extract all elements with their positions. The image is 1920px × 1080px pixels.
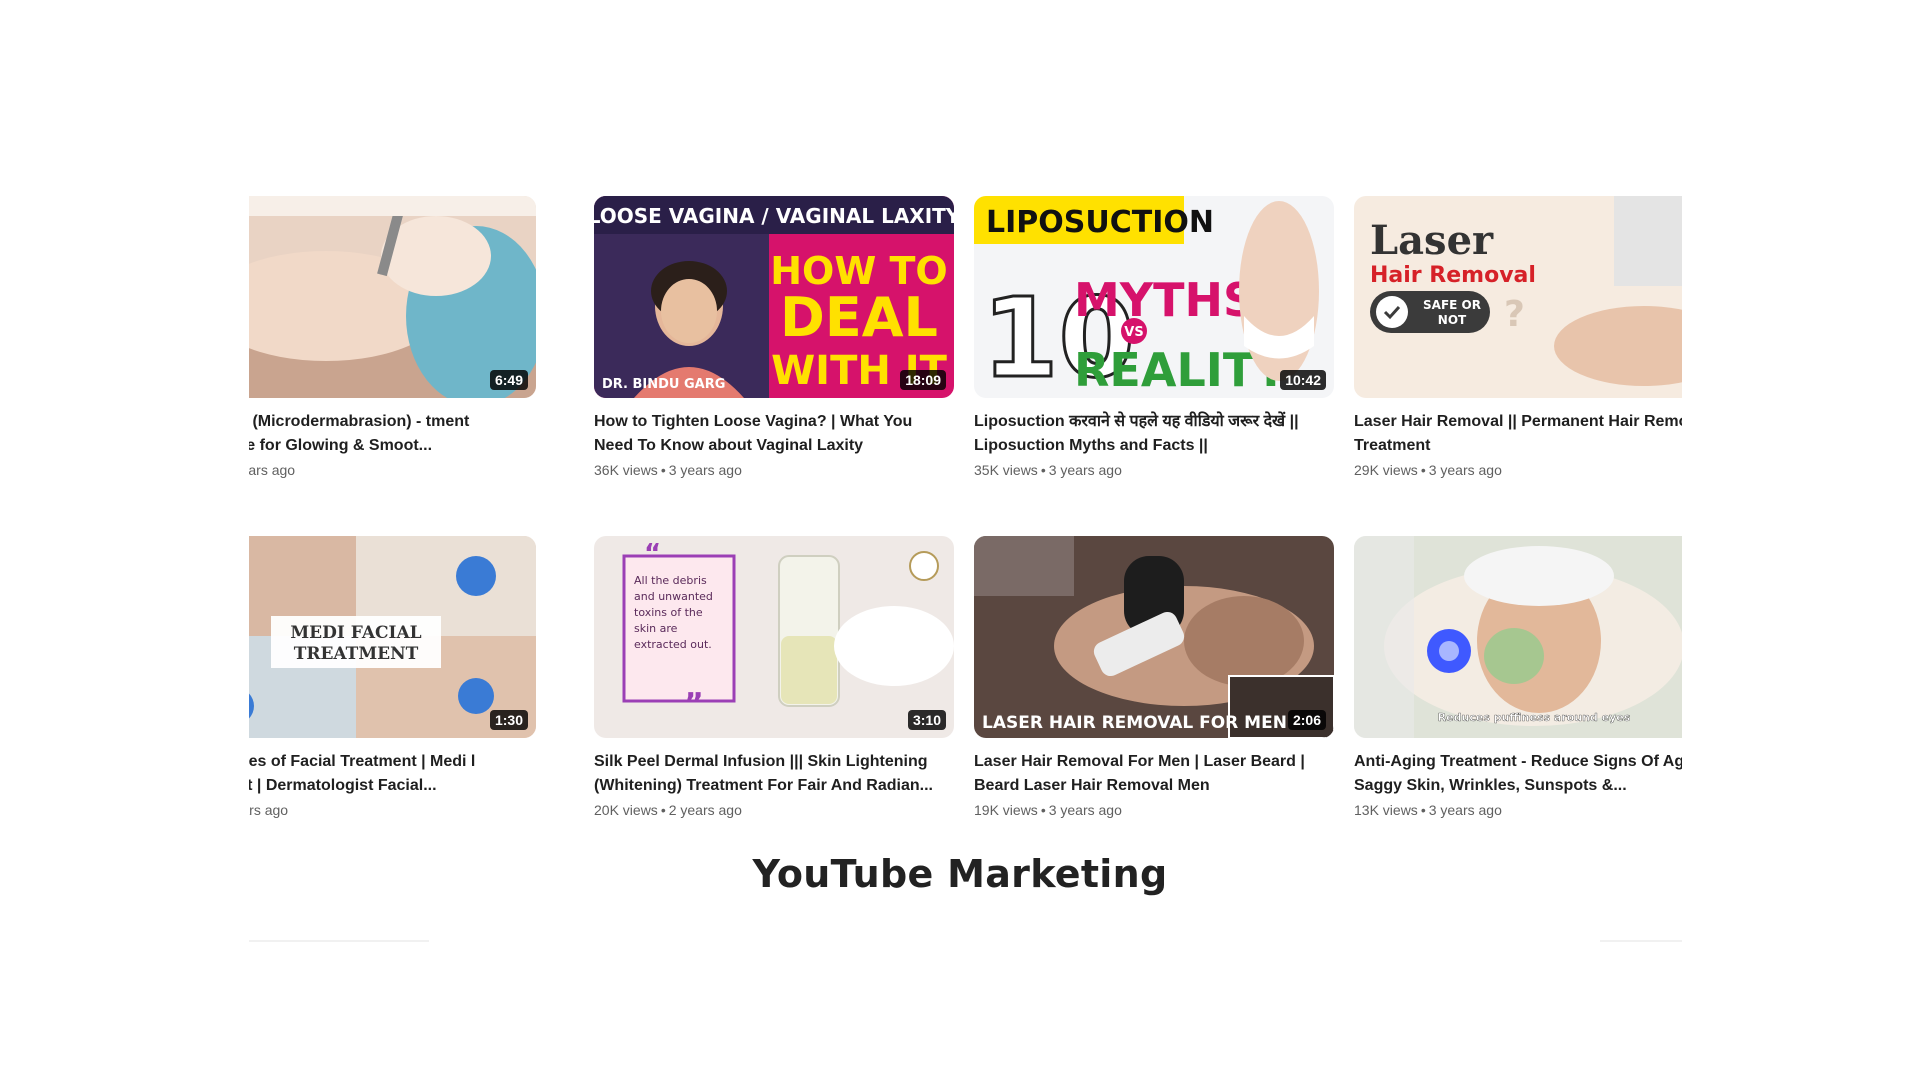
thumb-caption: DEAL [780,286,938,349]
thumb-caption: skin are [634,622,678,635]
view-count: 35K views [974,462,1038,478]
thumb-caption: SAFE OR [1423,298,1481,312]
video-title[interactable]: Laser Hair Removal For Men | Laser Beard… [974,750,1334,798]
upload-age: 3 years ago [668,462,742,478]
video-title[interactable]: Polishing (Microdermabrasion) - tment Pr… [249,410,536,458]
view-count: 20K views [594,802,658,818]
video-duration: 2:06 [1287,710,1326,730]
thumb-caption: TREATMENT [294,644,419,664]
video-duration: 10:42 [1280,370,1326,390]
thumb-caption: Reduces puffiness around eyes [1438,711,1631,724]
thumb-caption: and unwanted [634,590,713,603]
video-thumbnail[interactable]: LASER HAIR REMOVAL FOR MEN 2:06 [974,536,1334,738]
thumbnail-image: Laser Hair Removal SAFE OR NOT ? [1354,196,1682,398]
thumb-caption: VS [1124,325,1143,340]
video-duration: 6:49 [489,370,528,390]
video-meta: 13K views • 3 years ago [1354,802,1502,818]
video-title[interactable]: Anti-Aging Treatment - Reduce Signs Of A… [1354,750,1682,798]
video-thumbnail[interactable]: Reduces puffiness around eyes 2: [1354,536,1682,738]
video-duration: 18:09 [900,370,946,390]
divider [249,940,429,942]
view-count: 19K views [974,802,1038,818]
video-grid: 6:49 Polishing (Microdermabrasion) - tme… [249,196,1682,836]
thumbnail-image: “ All the debris and unwanted toxins of … [594,536,954,738]
thumb-caption: Laser [1370,217,1494,264]
video-thumbnail[interactable]: LIPOSUCTION 10 MYTHS VS REALITY 10:42 [974,196,1334,398]
video-meta: iews•2 years ago [249,802,536,818]
thumb-caption: DR. BINDU GARG [602,377,725,392]
upload-age: 3 years ago [1428,802,1502,818]
thumb-caption: LIPOSUCTION [986,205,1214,240]
divider [1600,940,1682,942]
view-count: 29K views [1354,462,1418,478]
video-meta: 29K views • 3 years ago [1354,462,1502,478]
video-thumbnail[interactable]: “ All the debris and unwanted toxins of … [594,536,954,738]
video-title[interactable]: Silk Peel Dermal Infusion ||| Skin Light… [594,750,954,798]
video-meta: views•3 years ago [249,462,536,478]
upload-age: 3 years ago [1428,462,1502,478]
video-title[interactable]: How to Tighten Loose Vagina? | What You … [594,410,954,458]
view-count: 36K views [594,462,658,478]
thumb-caption: All the debris [634,574,707,587]
video-card[interactable]: Reduces puffiness around eyes 2: Anti-Ag… [1354,536,1682,818]
upload-age: 3 years ago [1048,802,1122,818]
video-title[interactable]: Many Types of Facial Treatment | Medi l … [249,750,536,798]
upload-age: 3 years ago [1048,462,1122,478]
thumbnail-image: MEDI FACIAL TREATMENT [249,536,536,738]
view-count: 13K views [1354,802,1418,818]
video-card[interactable]: 6:49 Polishing (Microdermabrasion) - tme… [249,196,536,478]
video-meta: 35K views • 3 years ago [974,462,1122,478]
thumb-caption: MYTHS [1074,273,1256,327]
thumbnail-image: LOOSE VAGINA / VAGINAL LAXITY HOW TO DEA… [594,196,954,398]
video-title[interactable]: Laser Hair Removal || Permanent Hair Rem… [1354,410,1682,458]
video-card[interactable]: LIPOSUCTION 10 MYTHS VS REALITY 10:42 Li… [974,196,1334,478]
video-card[interactable]: LASER HAIR REMOVAL FOR MEN 2:06 Laser Ha… [974,536,1334,818]
thumb-caption: ? [1504,294,1525,335]
svg-text:“: “ [644,539,661,569]
thumbnail-image: LIPOSUCTION 10 MYTHS VS REALITY [974,196,1334,398]
thumb-caption: LASER HAIR REMOVAL FOR MEN [982,713,1287,733]
video-title[interactable]: Liposuction करवाने से पहले यह वीडियो जरू… [974,410,1334,458]
upload-age: 2 years ago [668,802,742,818]
video-card[interactable]: Laser Hair Removal SAFE OR NOT ? 1: Lase… [1354,196,1682,478]
thumb-caption: NOT [1438,313,1467,327]
thumb-caption: toxins of the [634,606,703,619]
svg-text:”: ” [684,687,704,722]
thumbnail-image: LASER HAIR REMOVAL FOR MEN [974,536,1334,738]
thumbnail-image: Reduces puffiness around eyes [1354,536,1682,738]
video-card[interactable]: LOOSE VAGINA / VAGINAL LAXITY HOW TO DEA… [594,196,954,478]
upload-age: 2 years ago [249,802,289,818]
thumbnail-image [249,196,536,398]
video-duration: 1:30 [489,710,528,730]
video-thumbnail[interactable]: Laser Hair Removal SAFE OR NOT ? 1: [1354,196,1682,398]
thumb-caption: MEDI FACIAL [290,623,421,643]
video-thumbnail[interactable]: 6:49 [249,196,536,398]
thumb-caption: LOOSE VAGINA / VAGINAL LAXITY [594,204,954,228]
video-card[interactable]: “ All the debris and unwanted toxins of … [594,536,954,818]
video-meta: 19K views • 3 years ago [974,802,1122,818]
video-duration: 3:10 [907,710,946,730]
section-heading: YouTube Marketing [752,852,1168,896]
video-thumbnail[interactable]: MEDI FACIAL TREATMENT 1:30 [249,536,536,738]
video-meta: 20K views • 2 years ago [594,802,742,818]
thumb-caption: extracted out. [634,638,712,651]
video-card[interactable]: MEDI FACIAL TREATMENT 1:30 Many Types of… [249,536,536,818]
video-thumbnail[interactable]: LOOSE VAGINA / VAGINAL LAXITY HOW TO DEA… [594,196,954,398]
upload-age: 3 years ago [249,462,296,478]
thumb-caption: Hair Removal [1370,263,1536,288]
video-meta: 36K views • 3 years ago [594,462,742,478]
